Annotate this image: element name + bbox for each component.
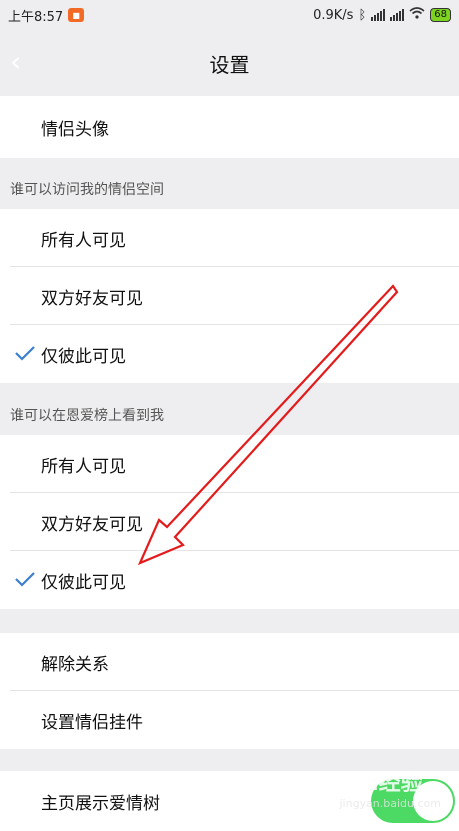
unbind-relationship-row[interactable]: 解除关系 [0,633,459,691]
ranking-option-mutual-friends[interactable]: 双方好友可见 [0,493,459,551]
option-label: 双方好友可见 [41,288,143,309]
bluetooth-icon: ᛒ [358,7,367,23]
section-header-love-ranking: 谁可以在恩爱榜上看到我 [10,408,164,424]
option-label: 所有人可见 [41,456,126,477]
couple-widget-row[interactable]: 设置情侣挂件 [0,691,459,749]
love-tree-row: 主页展示爱情树 [0,771,459,831]
option-label: 仅彼此可见 [41,346,126,367]
unbind-label: 解除关系 [41,654,109,675]
checkmark-icon [15,346,35,361]
page-title: 设置 [209,52,250,77]
widget-label: 设置情侣挂件 [41,712,143,733]
wifi-icon [409,7,425,23]
couple-avatar-label: 情侣头像 [41,119,109,140]
couple-avatar-row[interactable]: 情侣头像 [0,96,459,158]
network-speed: 0.9K/s [313,7,354,23]
status-time: 上午8:57 [8,9,64,25]
space-option-only-us[interactable]: 仅彼此可见 [0,325,459,383]
option-label: 仅彼此可见 [41,572,126,593]
ranking-option-everyone[interactable]: 所有人可见 [0,435,459,493]
space-option-mutual-friends[interactable]: 双方好友可见 [0,267,459,325]
checkmark-icon [15,572,35,587]
back-icon[interactable]: ‹ [10,48,32,76]
battery-icon: 68 [430,8,451,22]
signal-icon [371,9,386,21]
ranking-option-only-us[interactable]: 仅彼此可见 [0,551,459,609]
space-option-everyone[interactable]: 所有人可见 [0,209,459,267]
toggle-knob [413,781,453,821]
option-label: 双方好友可见 [41,514,143,535]
love-tree-label: 主页展示爱情树 [41,793,160,814]
app-notification-icon: ■ [68,8,85,22]
option-label: 所有人可见 [41,230,126,251]
love-tree-toggle[interactable] [371,779,455,823]
section-header-space-visibility: 谁可以访问我的情侣空间 [10,182,164,198]
nav-bar: ‹ 设置 [0,30,459,96]
signal-icon-2 [390,9,405,21]
status-bar: 上午8:57 ■ 0.9K/s ᛒ 68 [0,0,459,30]
